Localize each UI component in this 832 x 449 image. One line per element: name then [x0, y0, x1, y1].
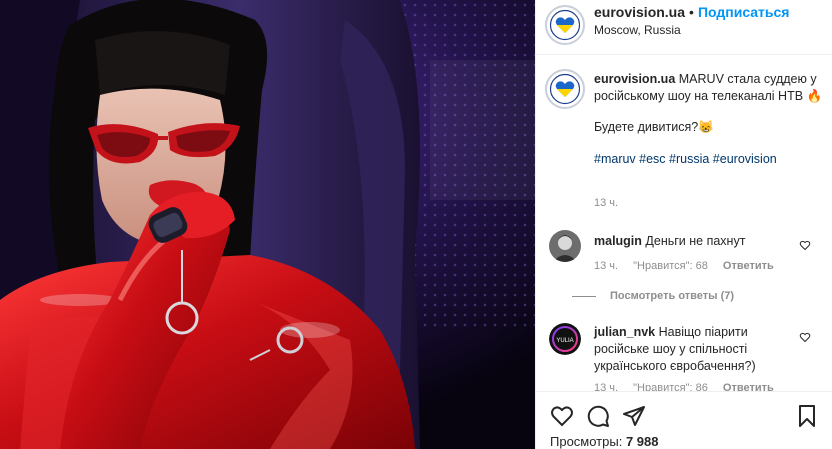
avatar-text: YULIA: [556, 338, 573, 344]
caption-text: eurovision.ua MARUV стала суддею у росій…: [594, 71, 826, 168]
post-actions: Просмотры: 7 988: [536, 391, 832, 449]
views-count[interactable]: Просмотры: 7 988: [550, 434, 659, 449]
comment-time: 13 ч.: [594, 260, 619, 272]
post-location[interactable]: Moscow, Russia: [594, 23, 681, 37]
comment-meta: 13 ч. "Нравится": 68 Ответить: [594, 260, 786, 272]
caption-hashtags[interactable]: #maruv #esc #russia #eurovision: [594, 151, 826, 168]
like-comment-heart-icon[interactable]: [799, 239, 811, 251]
replies-divider: [572, 295, 596, 297]
views-number: 7 988: [625, 434, 659, 449]
share-icon[interactable]: [622, 404, 646, 428]
comment-likes[interactable]: "Нравится": 68: [633, 260, 708, 272]
owner-row: eurovision.ua • Подписаться: [594, 4, 789, 20]
comment-username[interactable]: malugin: [594, 234, 642, 248]
eurovision-ua-logo: [549, 73, 581, 105]
commenter-avatar[interactable]: [549, 230, 581, 262]
comment-text: julian_nvk Навіщо піарити російське шоу …: [594, 324, 794, 375]
commenter-avatar[interactable]: YULIA: [549, 323, 581, 355]
avatar-photo: YULIA: [549, 323, 581, 355]
instagram-post: eurovision.ua • Подписаться Moscow, Russia…: [0, 0, 832, 449]
heart-icon[interactable]: [550, 404, 574, 428]
comment-username[interactable]: julian_nvk: [594, 325, 655, 339]
avatar-photo: [549, 230, 581, 262]
comment-text: malugin Деньги не пахнут: [594, 233, 794, 250]
comment-icon[interactable]: [586, 404, 610, 428]
separator-dot: •: [689, 4, 694, 20]
caption-username[interactable]: eurovision.ua: [594, 72, 675, 86]
bookmark-icon[interactable]: [795, 404, 819, 428]
caption-question: Будете дивитися?😸: [594, 120, 714, 134]
post-header: eurovision.ua • Подписаться Moscow, Russia: [536, 0, 832, 55]
post-side-panel: eurovision.ua • Подписаться Moscow, Russia…: [535, 0, 832, 449]
reply-button[interactable]: Ответить: [723, 260, 774, 272]
caption-time: 13 ч.: [594, 197, 619, 209]
video-frame: [0, 0, 535, 449]
views-label: Просмотры:: [550, 434, 623, 449]
post-video[interactable]: [0, 0, 535, 449]
comment-body: Деньги не пахнут: [645, 234, 746, 248]
eurovision-ua-logo: [549, 9, 581, 41]
owner-username[interactable]: eurovision.ua: [594, 4, 685, 20]
follow-button[interactable]: Подписаться: [698, 4, 790, 20]
owner-avatar[interactable]: [549, 9, 581, 41]
caption-avatar[interactable]: [549, 73, 581, 105]
like-comment-heart-icon[interactable]: [799, 331, 811, 343]
view-replies-label: Посмотреть ответы (7): [610, 290, 735, 302]
view-replies-button[interactable]: Посмотреть ответы (7): [572, 290, 734, 302]
